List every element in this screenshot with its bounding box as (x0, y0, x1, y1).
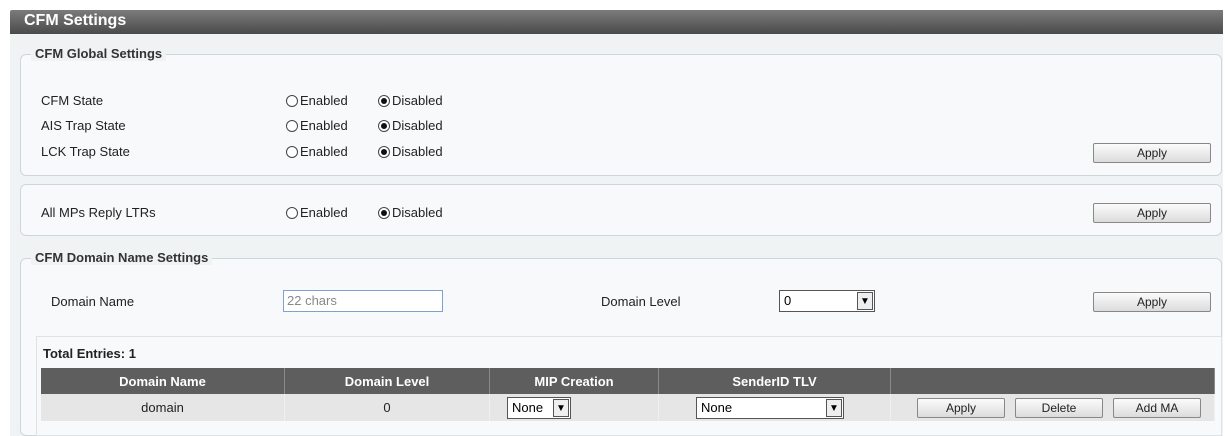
header-mip-creation: MIP Creation (489, 368, 659, 394)
senderid-tlv-select[interactable]: None ▼ (696, 397, 844, 419)
global-apply-button[interactable]: Apply (1093, 143, 1211, 163)
global-legend: CFM Global Settings (31, 46, 167, 61)
ltr-disabled-radio[interactable]: Disabled (378, 205, 443, 220)
radio-selected-icon (378, 206, 390, 219)
ais-trap-enabled-radio[interactable]: Enabled (286, 118, 348, 133)
content-panel: CFM Global Settings CFM State Enabled Di… (10, 34, 1223, 436)
page-title-bar: CFM Settings (10, 10, 1223, 34)
domain-table-container: Total Entries: 1 Domain Name Domain Leve… (36, 336, 1222, 436)
row-delete-button[interactable]: Delete (1015, 398, 1103, 418)
header-domain-level: Domain Level (284, 368, 490, 394)
radio-circle-icon (286, 94, 298, 107)
radio-circle-icon (286, 206, 298, 219)
domain-name-label: Domain Name (51, 294, 135, 309)
row-apply-button[interactable]: Apply (917, 398, 1005, 418)
chevron-down-icon: ▼ (857, 292, 873, 310)
domain-legend: CFM Domain Name Settings (31, 250, 213, 265)
radio-circle-icon (286, 119, 298, 132)
domain-table: Domain Name Domain Level MIP Creation Se… (41, 368, 1215, 421)
cell-senderid-tlv: None ▼ (658, 394, 891, 421)
cell-domain-name: domain (41, 394, 285, 421)
domain-apply-button[interactable]: Apply (1093, 292, 1211, 312)
cfm-state-enabled-radio[interactable]: Enabled (286, 93, 348, 108)
domain-level-label: Domain Level (601, 294, 681, 309)
domain-level-select[interactable]: 0 ▼ (779, 290, 875, 312)
cfm-state-disabled-radio[interactable]: Disabled (378, 93, 443, 108)
radio-selected-icon (378, 94, 390, 107)
chevron-down-icon: ▼ (553, 399, 569, 417)
lck-trap-state-label: LCK Trap State (41, 144, 130, 159)
row-add-ma-button[interactable]: Add MA (1113, 398, 1201, 418)
radio-circle-icon (286, 145, 298, 158)
ltr-apply-button[interactable]: Apply (1093, 203, 1211, 223)
table-header-row: Domain Name Domain Level MIP Creation Se… (41, 368, 1215, 394)
cell-mip-creation: None ▼ (489, 394, 659, 421)
total-entries: Total Entries: 1 (43, 346, 136, 361)
radio-selected-icon (378, 119, 390, 132)
mip-creation-select[interactable]: None ▼ (507, 397, 571, 419)
radio-selected-icon (378, 145, 390, 158)
header-senderid-tlv: SenderID TLV (658, 368, 891, 394)
cell-domain-level: 0 (284, 394, 490, 421)
ltr-settings: All MPs Reply LTRs Enabled Disabled Appl… (20, 184, 1222, 236)
lck-trap-enabled-radio[interactable]: Enabled (286, 144, 348, 159)
ais-trap-state-label: AIS Trap State (41, 118, 126, 133)
cfm-state-label: CFM State (41, 93, 104, 108)
cell-actions: Apply Delete Add MA (890, 394, 1215, 421)
cfm-global-settings: CFM Global Settings CFM State Enabled Di… (20, 46, 1222, 176)
chevron-down-icon: ▼ (826, 399, 842, 417)
lck-trap-disabled-radio[interactable]: Disabled (378, 144, 443, 159)
header-domain-name: Domain Name (41, 368, 285, 394)
ais-trap-disabled-radio[interactable]: Disabled (378, 118, 443, 133)
ltr-enabled-radio[interactable]: Enabled (286, 205, 348, 220)
header-actions (890, 368, 1215, 394)
domain-name-input[interactable]: 22 chars (283, 290, 443, 312)
page-title: CFM Settings (24, 12, 127, 29)
ltr-label: All MPs Reply LTRs (41, 205, 156, 220)
table-row: domain 0 None ▼ None ▼ Apply Delete Add … (41, 394, 1215, 421)
